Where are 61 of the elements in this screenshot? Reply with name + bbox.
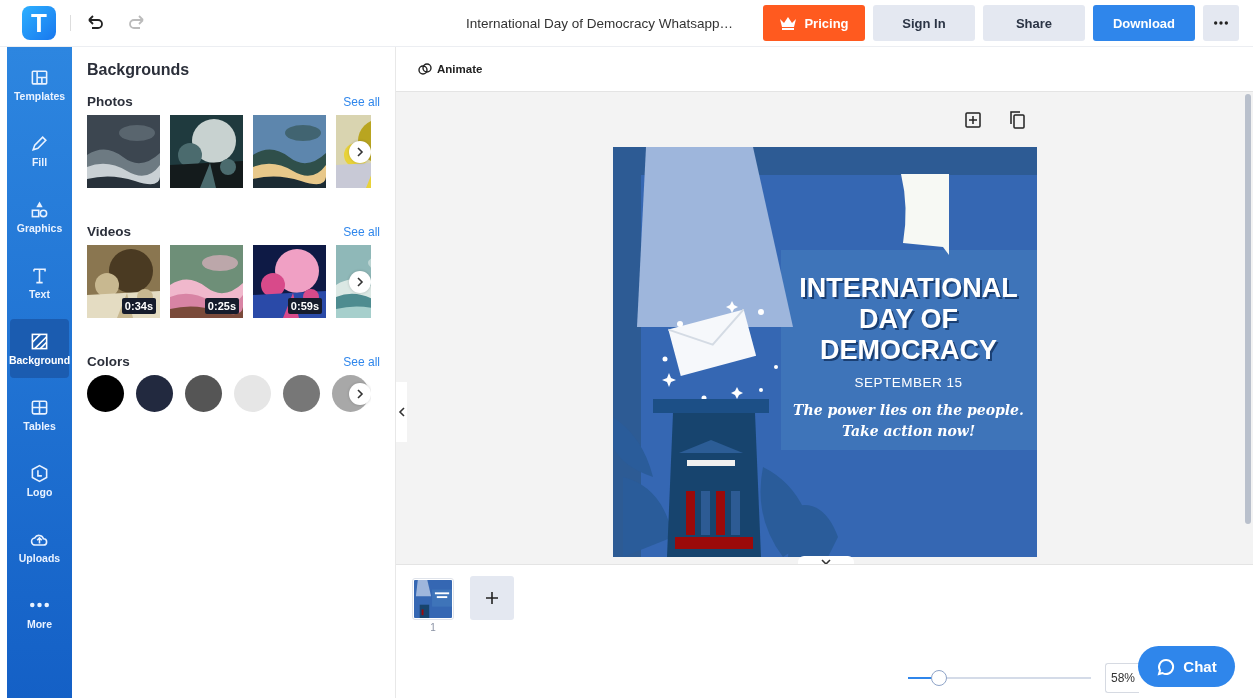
color-swatch[interactable] (87, 375, 124, 412)
panel-title: Backgrounds (87, 61, 191, 79)
sidebar-item[interactable]: Background (10, 319, 69, 378)
animate-button[interactable]: Animate (418, 62, 483, 76)
sidebar-item[interactable]: Tables (10, 385, 69, 444)
pricing-button[interactable]: Pricing (763, 5, 865, 41)
hatched-square-icon (30, 331, 49, 351)
page-number: 1 (430, 622, 436, 633)
speech-bubble-icon (1156, 656, 1177, 677)
section-title: Colors (87, 354, 130, 369)
section-title: Videos (87, 224, 132, 239)
chevron-icon (396, 407, 407, 417)
see-all-link[interactable]: See all (343, 225, 380, 239)
chat-button[interactable]: Chat (1138, 646, 1235, 687)
pencil-icon (30, 133, 49, 153)
more-button[interactable] (1203, 5, 1239, 41)
plus-icon (484, 590, 500, 606)
add-page-button[interactable] (470, 576, 514, 620)
section-title: Photos (87, 94, 133, 109)
hexagon-icon (30, 463, 49, 483)
chevron-icon (821, 557, 831, 564)
sidebar-item[interactable]: Templates (10, 55, 69, 114)
rings-icon (418, 62, 432, 76)
design-date: SEPTEMBER 15 (854, 375, 963, 390)
color-swatch[interactable] (283, 375, 320, 412)
document-title[interactable]: International Day of Democracy Whatsapp… (155, 15, 755, 31)
sidebar-item[interactable]: Graphics (10, 187, 69, 246)
table-icon (30, 397, 49, 417)
sidebar-item[interactable]: Fill (10, 121, 69, 180)
header-button[interactable]: Share (983, 5, 1085, 41)
layout-icon (30, 67, 49, 87)
more-icon (30, 601, 49, 608)
see-all-link[interactable]: See all (343, 95, 380, 109)
duration-badge: 0:59s (287, 298, 322, 314)
more-icon (1214, 21, 1228, 25)
chevron-icon (355, 388, 365, 399)
design-title: INTERNATIONAL DAY OF DEMOCRACY (799, 273, 1018, 366)
add-box-icon[interactable] (962, 110, 983, 130)
slider-thumb[interactable] (931, 670, 948, 686)
see-all-link[interactable]: See all (343, 355, 380, 369)
shapes-icon (30, 199, 49, 219)
duration-badge: 0:25s (204, 298, 239, 314)
text-icon (30, 265, 49, 285)
chevron-icon (355, 146, 365, 157)
design-tagline: The power lies on the people. Take action now! (793, 401, 1024, 441)
color-swatch[interactable] (234, 375, 271, 412)
download-button[interactable]: Download (1093, 5, 1195, 41)
sidebar-item[interactable]: More (10, 583, 69, 642)
crown-icon (779, 16, 798, 30)
duration-badge: 0:34s (121, 298, 156, 314)
page-thumbnail[interactable] (412, 578, 454, 620)
sidebar-item[interactable]: Logo (10, 451, 69, 510)
color-swatch[interactable] (185, 375, 222, 412)
sidebar-item[interactable]: Uploads (10, 517, 69, 576)
collapse-panel-button[interactable] (396, 382, 407, 442)
zoom-field[interactable]: 58% (1105, 663, 1139, 693)
app-logo[interactable]: T (22, 6, 56, 40)
header-button[interactable]: Sign In (873, 5, 975, 41)
color-swatch[interactable] (136, 375, 173, 412)
chevron-icon (355, 276, 365, 287)
sidebar-item[interactable]: Text (10, 253, 69, 312)
